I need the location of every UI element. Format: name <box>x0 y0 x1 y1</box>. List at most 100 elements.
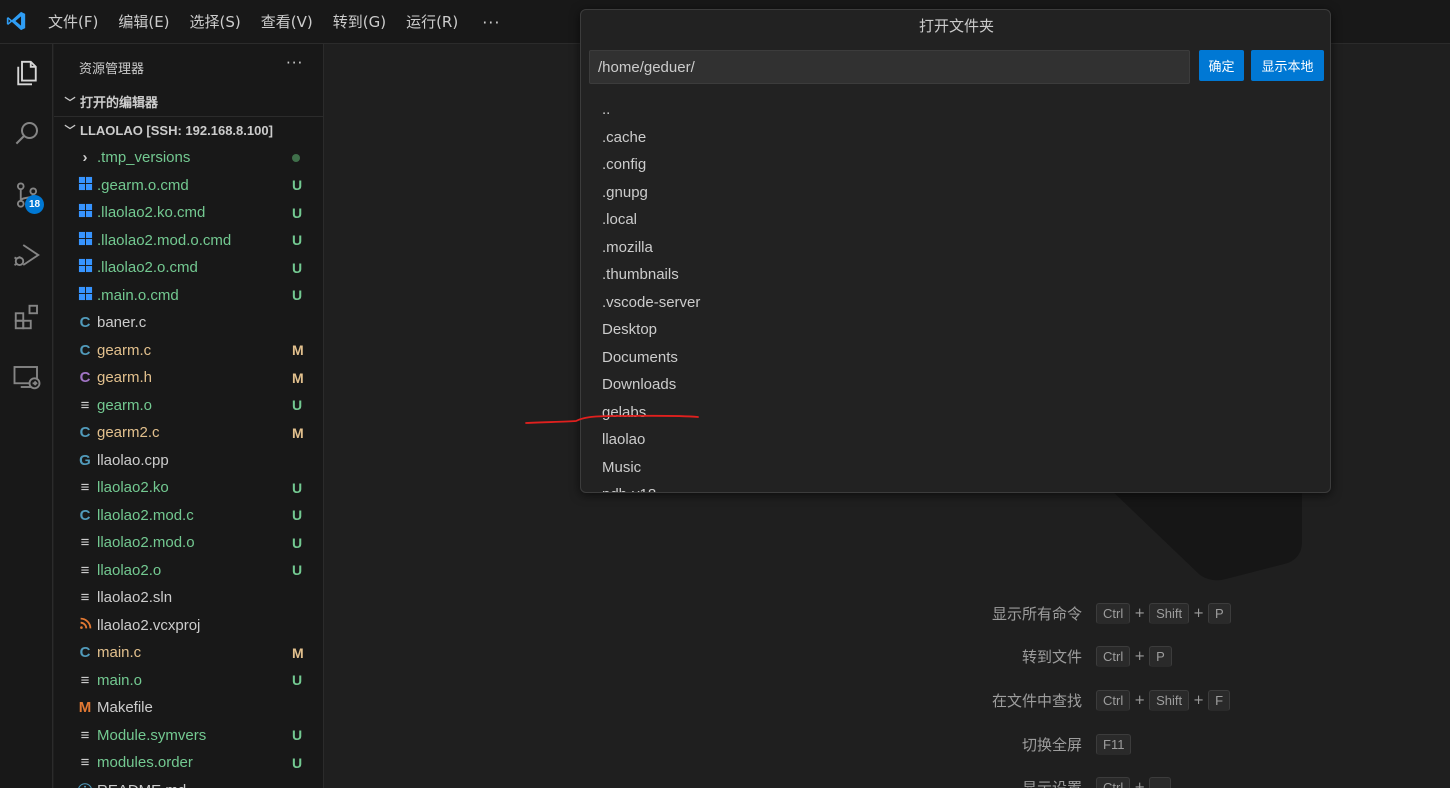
extensions-icon[interactable] <box>0 292 53 342</box>
key-cap: F11 <box>1096 733 1132 755</box>
file-tree-item[interactable]: .gearm.o.cmd U <box>54 172 323 200</box>
menu-run[interactable]: 运行(R) <box>396 0 468 44</box>
file-tree-item[interactable]: .main.o.cmd U <box>54 282 323 310</box>
file-tree-item[interactable]: ⓘREADME.md <box>54 777 323 788</box>
folder-entry[interactable]: .vscode-server <box>581 289 1330 317</box>
shortcut-row: 切换全屏 F11 <box>930 732 1330 756</box>
shortcut-label: 转到文件 <box>1021 647 1082 666</box>
shortcut-label: 在文件中查找 <box>991 691 1082 710</box>
git-status-badge: M <box>292 342 304 359</box>
file-tree-item[interactable]: ≡ llaolao2.ko U <box>54 474 323 502</box>
explorer-more-icon[interactable]: ··· <box>286 54 303 72</box>
file-tree-item[interactable]: .llaolao2.mod.o.cmd U <box>54 227 323 255</box>
c-file-icon: C <box>79 341 91 359</box>
remote-explorer-icon[interactable] <box>0 352 53 402</box>
menu-edit[interactable]: 编辑(E) <box>108 0 179 44</box>
workspace-root-section[interactable]: ﹀ LLAOLAO [SSH: 192.168.8.100] <box>54 116 323 143</box>
file-name: main.c <box>97 644 142 662</box>
file-tree-item[interactable]: ≡ llaolao2.sln <box>54 584 323 612</box>
key-cap: Ctrl <box>1096 689 1131 711</box>
file-tree-item[interactable]: ≡ llaolao2.o U <box>54 557 323 585</box>
folder-list: .. .cache .config .gnupg .local .mozilla .thum… <box>581 96 1330 492</box>
file-tree-item[interactable]: ≡ Module.symvers U <box>54 722 323 750</box>
text-file-icon: ≡ <box>80 754 90 772</box>
folder-entry[interactable]: .mozilla <box>581 234 1330 262</box>
folder-entry[interactable]: Desktop <box>581 316 1330 344</box>
explorer-icon[interactable] <box>0 48 53 98</box>
file-name: gearm.o <box>97 396 153 414</box>
windows-cmd-icon <box>74 231 96 250</box>
folder-entry[interactable]: .. <box>581 96 1330 124</box>
file-tree-item[interactable]: ≡ main.o U <box>54 667 323 695</box>
file-tree-item[interactable]: .llaolao2.o.cmd U <box>54 254 323 282</box>
file-name: .llaolao2.mod.o.cmd <box>97 231 232 249</box>
git-status-badge: U <box>292 672 303 689</box>
folder-entry[interactable]: .thumbnails <box>581 261 1330 289</box>
file-name: llaolao.cpp <box>97 451 169 469</box>
file-name: gearm.h <box>97 369 153 387</box>
folder-entry[interactable]: .config <box>581 151 1330 179</box>
folder-entry[interactable]: Documents <box>581 344 1330 372</box>
windows-cmd-icon <box>74 203 96 222</box>
folder-entry[interactable]: .cache <box>581 124 1330 152</box>
folder-entry[interactable]: pdb-v18 <box>581 481 1330 492</box>
open-editors-section[interactable]: ﹀ 打开的编辑器 <box>54 88 323 115</box>
h-file-icon: C <box>79 369 91 387</box>
menu-go[interactable]: 转到(G) <box>323 0 396 44</box>
shortcut-label: 显示设置 <box>1021 778 1082 788</box>
run-debug-icon[interactable] <box>0 230 53 280</box>
file-name: .gearm.o.cmd <box>97 176 189 194</box>
file-tree-item[interactable]: Cllaolao2.mod.c U <box>54 502 323 530</box>
menu-view[interactable]: 查看(V) <box>251 0 323 44</box>
vscode-logo-icon[interactable] <box>5 10 27 32</box>
text-file-icon: ≡ <box>80 561 90 579</box>
file-tree-item[interactable]: ≡ gearm.o U <box>54 392 323 420</box>
menu-selection[interactable]: 选择(S) <box>180 0 251 44</box>
file-tree-item[interactable]: Cbaner.c <box>54 309 323 337</box>
file-tree-item[interactable]: ≡ llaolao2.mod.o U <box>54 529 323 557</box>
explorer-sidebar: 资源管理器 ··· ﹀ 打开的编辑器 ﹀ LLAOLAO [SSH: 192.1… <box>54 44 324 788</box>
ok-button[interactable]: 确定 <box>1199 50 1244 81</box>
git-status-badge: U <box>292 177 303 194</box>
menu-more-icon[interactable]: ··· <box>468 13 514 32</box>
folder-entry[interactable]: .gnupg <box>581 179 1330 207</box>
git-status-badge: U <box>292 727 303 744</box>
file-tree-item[interactable]: Gllaolao.cpp <box>54 447 323 475</box>
git-status-badge: U <box>292 507 303 524</box>
workspace-root-label: LLAOLAO [SSH: 192.168.8.100] <box>80 122 273 138</box>
windows-cmd-icon <box>74 286 96 305</box>
file-tree-item[interactable]: Cmain.c M <box>54 639 323 667</box>
folder-entry[interactable]: Music <box>581 454 1330 482</box>
folder-path-input[interactable] <box>589 50 1190 84</box>
folder-entry[interactable]: llaolao <box>581 426 1330 454</box>
file-tree-item[interactable]: ≡ modules.order U <box>54 749 323 777</box>
shortcut-label: 显示所有命令 <box>991 604 1082 623</box>
file-tree-item[interactable]: Cgearm.c M <box>54 337 323 365</box>
file-tree-item[interactable]: llaolao2.vcxproj <box>54 612 323 640</box>
folder-entry[interactable]: gelabs <box>581 399 1330 427</box>
file-tree-item[interactable]: Cgearm.h M <box>54 364 323 392</box>
file-tree-item[interactable]: .llaolao2.ko.cmd U <box>54 199 323 227</box>
file-name: .llaolao2.ko.cmd <box>97 204 206 222</box>
text-file-icon: ≡ <box>80 479 90 497</box>
file-name: README.md <box>97 782 186 788</box>
folder-chevron-icon: › <box>82 149 88 167</box>
folder-entry[interactable]: Downloads <box>581 371 1330 399</box>
file-tree-item[interactable]: › .tmp_versions <box>54 144 323 172</box>
source-control-icon[interactable] <box>0 170 53 220</box>
explorer-title: 资源管理器 <box>79 61 145 76</box>
vscode-watermark-icon <box>1108 487 1302 581</box>
file-tree-item[interactable]: M Makefile <box>54 694 323 722</box>
git-status-badge: U <box>292 534 303 551</box>
menu-file[interactable]: 文件(F) <box>38 0 108 44</box>
key-cap: Ctrl <box>1096 645 1131 667</box>
c-file-icon: C <box>79 506 91 524</box>
search-icon[interactable] <box>0 108 53 158</box>
show-local-button[interactable]: 显示本地 <box>1251 50 1324 81</box>
git-decoration-dot <box>292 154 300 162</box>
file-name: llaolao2.o <box>97 561 162 579</box>
file-name: baner.c <box>97 314 147 332</box>
folder-entry[interactable]: .local <box>581 206 1330 234</box>
git-status-badge: U <box>292 287 303 304</box>
file-tree-item[interactable]: Cgearm2.c M <box>54 419 323 447</box>
